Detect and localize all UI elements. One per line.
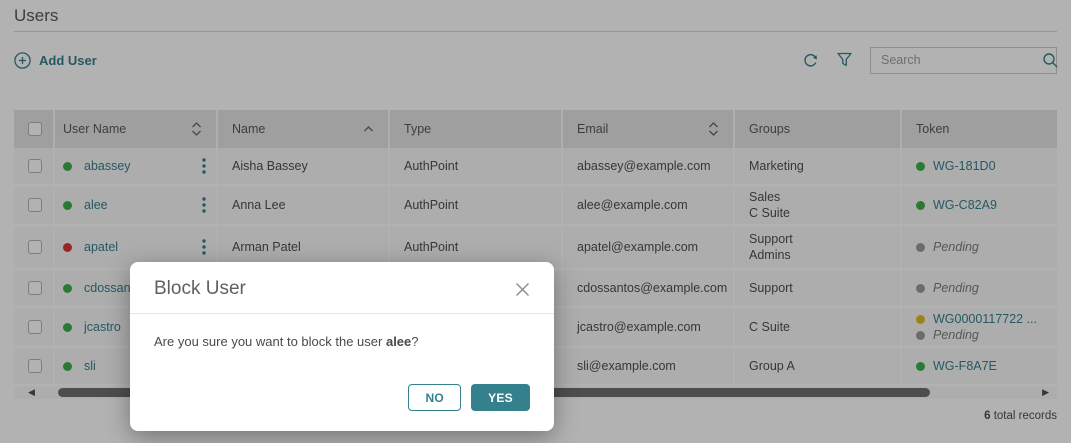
modal-title: Block User [154,278,246,300]
yes-button[interactable]: YES [471,384,530,411]
modal-message-username: alee [386,334,411,349]
no-button[interactable]: NO [408,384,461,411]
close-icon[interactable] [515,282,530,297]
modal-footer: NO YES [130,384,554,431]
block-user-modal: Block User Are you sure you want to bloc… [130,262,554,431]
modal-header: Block User [130,262,554,314]
modal-message: Are you sure you want to block the user … [130,314,554,384]
